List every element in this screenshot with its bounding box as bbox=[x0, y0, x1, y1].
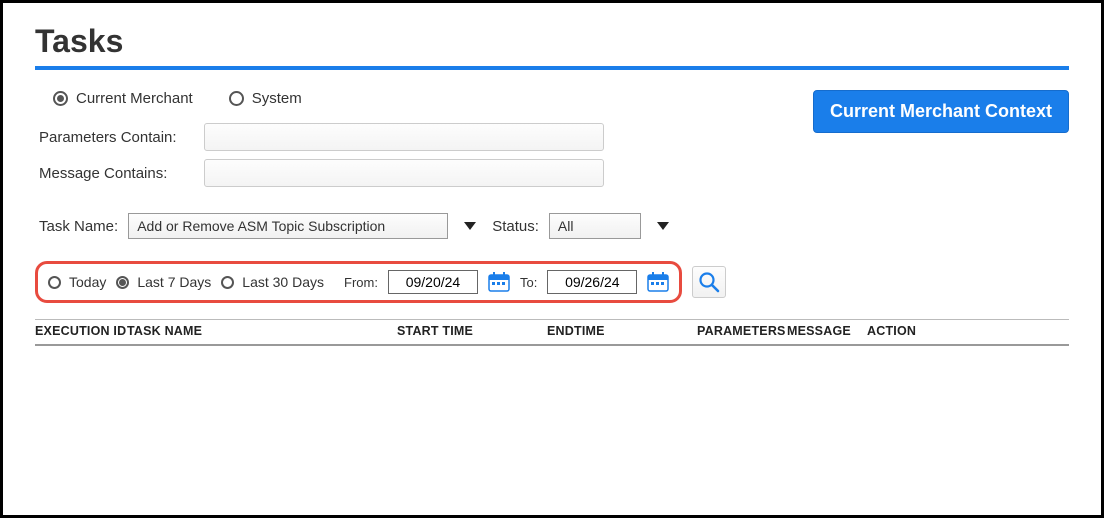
radio-last30-label: Last 30 Days bbox=[242, 274, 324, 290]
status-label: Status: bbox=[492, 218, 539, 235]
col-message: MESSAGE bbox=[787, 324, 867, 338]
radio-today[interactable]: Today bbox=[48, 274, 106, 290]
message-contains-input[interactable] bbox=[204, 159, 604, 187]
task-name-select[interactable]: Add or Remove ASM Topic Subscription bbox=[128, 213, 448, 239]
from-label: From: bbox=[344, 275, 378, 290]
col-parameters: PARAMETERS bbox=[697, 324, 787, 338]
radio-dot-icon bbox=[53, 91, 68, 106]
radio-current-merchant-label: Current Merchant bbox=[76, 90, 193, 107]
scope-radio-group: Current Merchant System bbox=[35, 90, 813, 119]
radio-last7-label: Last 7 Days bbox=[137, 274, 211, 290]
chevron-down-icon bbox=[657, 222, 669, 230]
search-icon bbox=[698, 271, 720, 293]
radio-system[interactable]: System bbox=[229, 90, 302, 107]
radio-dot-icon bbox=[221, 276, 234, 289]
message-contains-label: Message Contains: bbox=[39, 165, 194, 182]
col-end-time: ENDTIME bbox=[547, 324, 697, 338]
to-label: To: bbox=[520, 275, 537, 290]
radio-today-label: Today bbox=[69, 274, 106, 290]
status-value: All bbox=[558, 218, 574, 234]
task-name-value: Add or Remove ASM Topic Subscription bbox=[137, 218, 385, 234]
col-task-name: TASK NAME bbox=[127, 324, 397, 338]
radio-current-merchant[interactable]: Current Merchant bbox=[53, 90, 193, 107]
radio-dot-icon bbox=[116, 276, 129, 289]
radio-dot-icon bbox=[229, 91, 244, 106]
radio-last-30-days[interactable]: Last 30 Days bbox=[221, 274, 324, 290]
calendar-icon[interactable] bbox=[647, 272, 669, 292]
parameters-contain-label: Parameters Contain: bbox=[39, 129, 194, 146]
task-name-label: Task Name: bbox=[39, 218, 118, 235]
from-date-input[interactable] bbox=[388, 270, 478, 294]
col-execution-id: EXECUTION ID bbox=[35, 324, 127, 338]
col-start-time: START TIME bbox=[397, 324, 547, 338]
radio-last-7-days[interactable]: Last 7 Days bbox=[116, 274, 211, 290]
page-title: Tasks bbox=[35, 23, 1069, 60]
col-action: ACTION bbox=[867, 324, 957, 338]
radio-system-label: System bbox=[252, 90, 302, 107]
title-rule bbox=[35, 66, 1069, 70]
radio-dot-icon bbox=[48, 276, 61, 289]
calendar-icon[interactable] bbox=[488, 272, 510, 292]
to-date-input[interactable] bbox=[547, 270, 637, 294]
current-merchant-context-button[interactable]: Current Merchant Context bbox=[813, 90, 1069, 133]
status-select[interactable]: All bbox=[549, 213, 641, 239]
tasks-page: Tasks Current Merchant System Parameters… bbox=[0, 0, 1104, 518]
search-button[interactable] bbox=[692, 266, 726, 298]
parameters-contain-input[interactable] bbox=[204, 123, 604, 151]
date-range-filter: Today Last 7 Days Last 30 Days From: bbox=[35, 261, 682, 303]
results-table-header: EXECUTION ID TASK NAME START TIME ENDTIM… bbox=[35, 319, 1069, 346]
chevron-down-icon bbox=[464, 222, 476, 230]
